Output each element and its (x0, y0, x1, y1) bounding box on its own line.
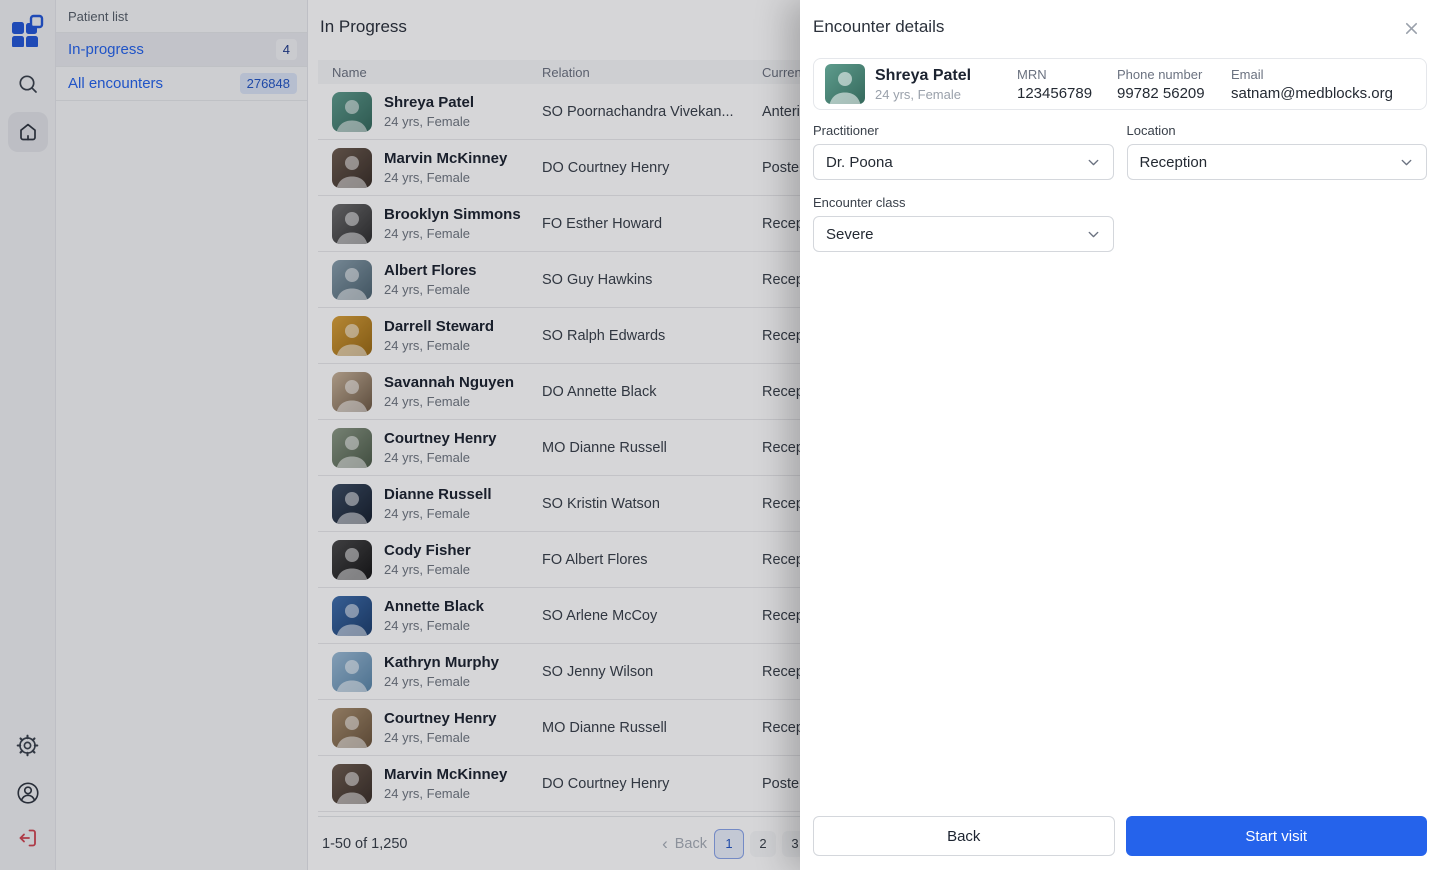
patient-mrn: MRN 123456789 (1017, 67, 1117, 102)
close-icon (1405, 22, 1418, 35)
field-value: 123456789 (1017, 84, 1093, 102)
field-label: Phone number (1117, 66, 1203, 82)
select-value: Dr. Poona (826, 153, 893, 171)
start-visit-button[interactable]: Start visit (1125, 816, 1427, 856)
field-encounter-class: Encounter class Severe (813, 195, 1114, 252)
patient-meta: 24 yrs, Female (875, 86, 961, 102)
back-button[interactable]: Back (813, 816, 1115, 856)
close-button[interactable] (1401, 18, 1422, 42)
patient-name-block: Shreya Patel 24 yrs, Female (875, 67, 1017, 102)
select-value: Severe (826, 225, 874, 243)
drawer-fields: Practitioner Dr. Poona Location Reception En… (813, 123, 1427, 252)
chevron-down-icon (1086, 227, 1101, 242)
field-label: Location (1126, 123, 1176, 138)
chevron-down-icon (1399, 155, 1414, 170)
field-label: MRN (1017, 66, 1047, 82)
encounter-details-drawer: Encounter details Shreya Patel 24 yrs, F… (800, 0, 1440, 870)
patient-summary-card: Shreya Patel 24 yrs, Female MRN 123456789… (813, 58, 1427, 110)
drawer-footer: Back Start visit (813, 816, 1427, 856)
field-location: Location Reception (1126, 123, 1427, 180)
chevron-down-icon (1086, 155, 1101, 170)
patient-card-fields: MRN 123456789 Phone number 99782 56209 Email… (1017, 67, 1415, 102)
patient-email: Email satnam@medblocks.org (1231, 67, 1415, 102)
field-value: satnam@medblocks.org (1231, 84, 1393, 102)
field-value: 99782 56209 (1117, 84, 1205, 102)
field-label: Practitioner (813, 123, 879, 138)
patient-name: Shreya Patel (875, 66, 972, 84)
practitioner-select[interactable]: Dr. Poona (813, 144, 1114, 180)
location-select[interactable]: Reception (1126, 144, 1427, 180)
patient-phone-number: Phone number 99782 56209 (1117, 67, 1231, 102)
select-value: Reception (1139, 153, 1208, 171)
field-practitioner: Practitioner Dr. Poona (813, 123, 1114, 180)
drawer-title: Encounter details (813, 17, 945, 36)
field-label: Email (1231, 66, 1264, 82)
encounter-class-select[interactable]: Severe (813, 216, 1114, 252)
patient-avatar (825, 64, 865, 104)
field-label: Encounter class (813, 195, 906, 210)
